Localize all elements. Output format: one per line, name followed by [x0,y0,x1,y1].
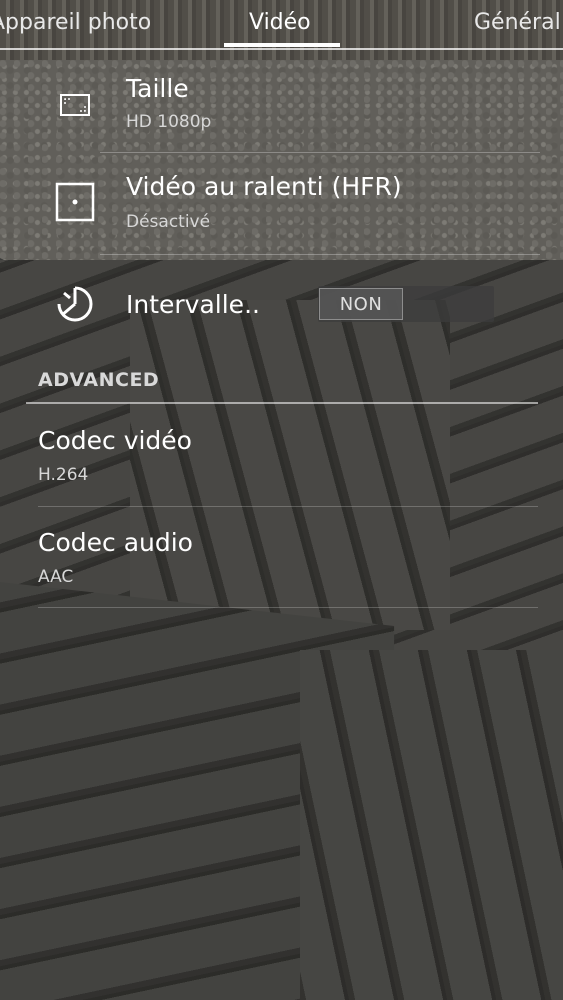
setting-value: Désactivé [126,212,211,232]
timelapse-icon [50,279,100,329]
tab-general[interactable]: Général [474,10,561,35]
setting-audio-codec[interactable]: Codec audio AAC [0,512,563,608]
setting-value: H.264 [38,465,89,485]
slow-motion-icon [50,177,100,227]
row-divider [38,506,538,507]
setting-slow-motion[interactable]: Vidéo au ralenti (HFR) Désactivé [0,160,563,252]
setting-video-codec[interactable]: Codec vidéo H.264 [0,410,563,506]
interval-toggle[interactable]: NON [318,286,494,322]
tab-video[interactable]: Vidéo [249,10,311,35]
section-header-advanced: ADVANCED [38,369,160,391]
row-divider [100,152,540,153]
setting-title: Taille [126,74,189,103]
row-divider [38,607,538,608]
setting-value: HD 1080p [126,112,212,132]
toggle-off-label: NON [319,288,403,320]
setting-title: Codec audio [38,528,193,557]
setting-value: AAC [38,567,74,587]
active-tab-indicator [224,43,340,47]
setting-title: Intervalle.. [126,290,260,319]
setting-video-size[interactable]: Taille HD 1080p [0,60,563,152]
row-divider [100,254,540,255]
section-divider [26,402,538,404]
tab-bar-divider [0,48,563,50]
setting-title: Vidéo au ralenti (HFR) [126,172,402,201]
video-size-icon [50,80,100,130]
setting-title: Codec vidéo [38,426,192,455]
settings-tabs: Appareil photo Vidéo Général [0,0,563,50]
tab-camera[interactable]: Appareil photo [0,10,151,35]
